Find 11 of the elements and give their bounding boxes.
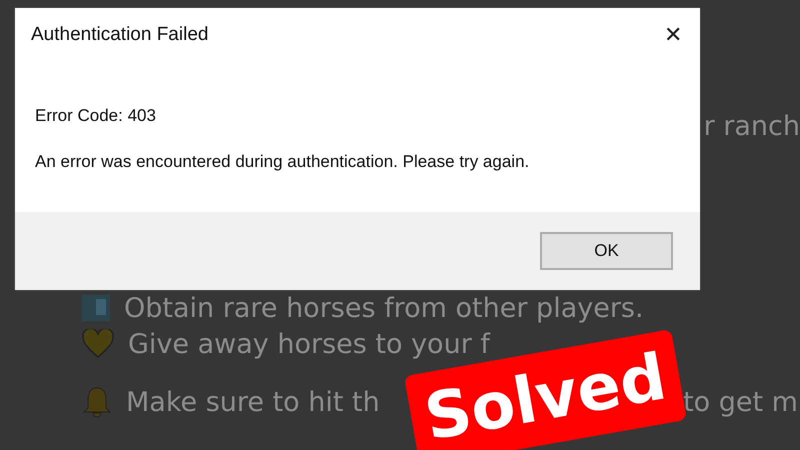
dialog-title: Authentication Failed [31, 24, 208, 46]
close-button[interactable]: ✕ [660, 22, 686, 48]
error-code: Error Code: 403 [35, 106, 157, 126]
picture-icon [82, 295, 110, 321]
error-message: An error was encountered during authentication. Please try again. [35, 152, 530, 172]
ok-button[interactable]: OK [540, 232, 673, 270]
heart-icon [82, 329, 114, 359]
background-text: r ranch [704, 110, 800, 142]
bell-icon [82, 386, 112, 418]
background-text: Obtain rare horses from other players. [124, 292, 644, 324]
background-text: Make sure to hit th [126, 386, 380, 418]
